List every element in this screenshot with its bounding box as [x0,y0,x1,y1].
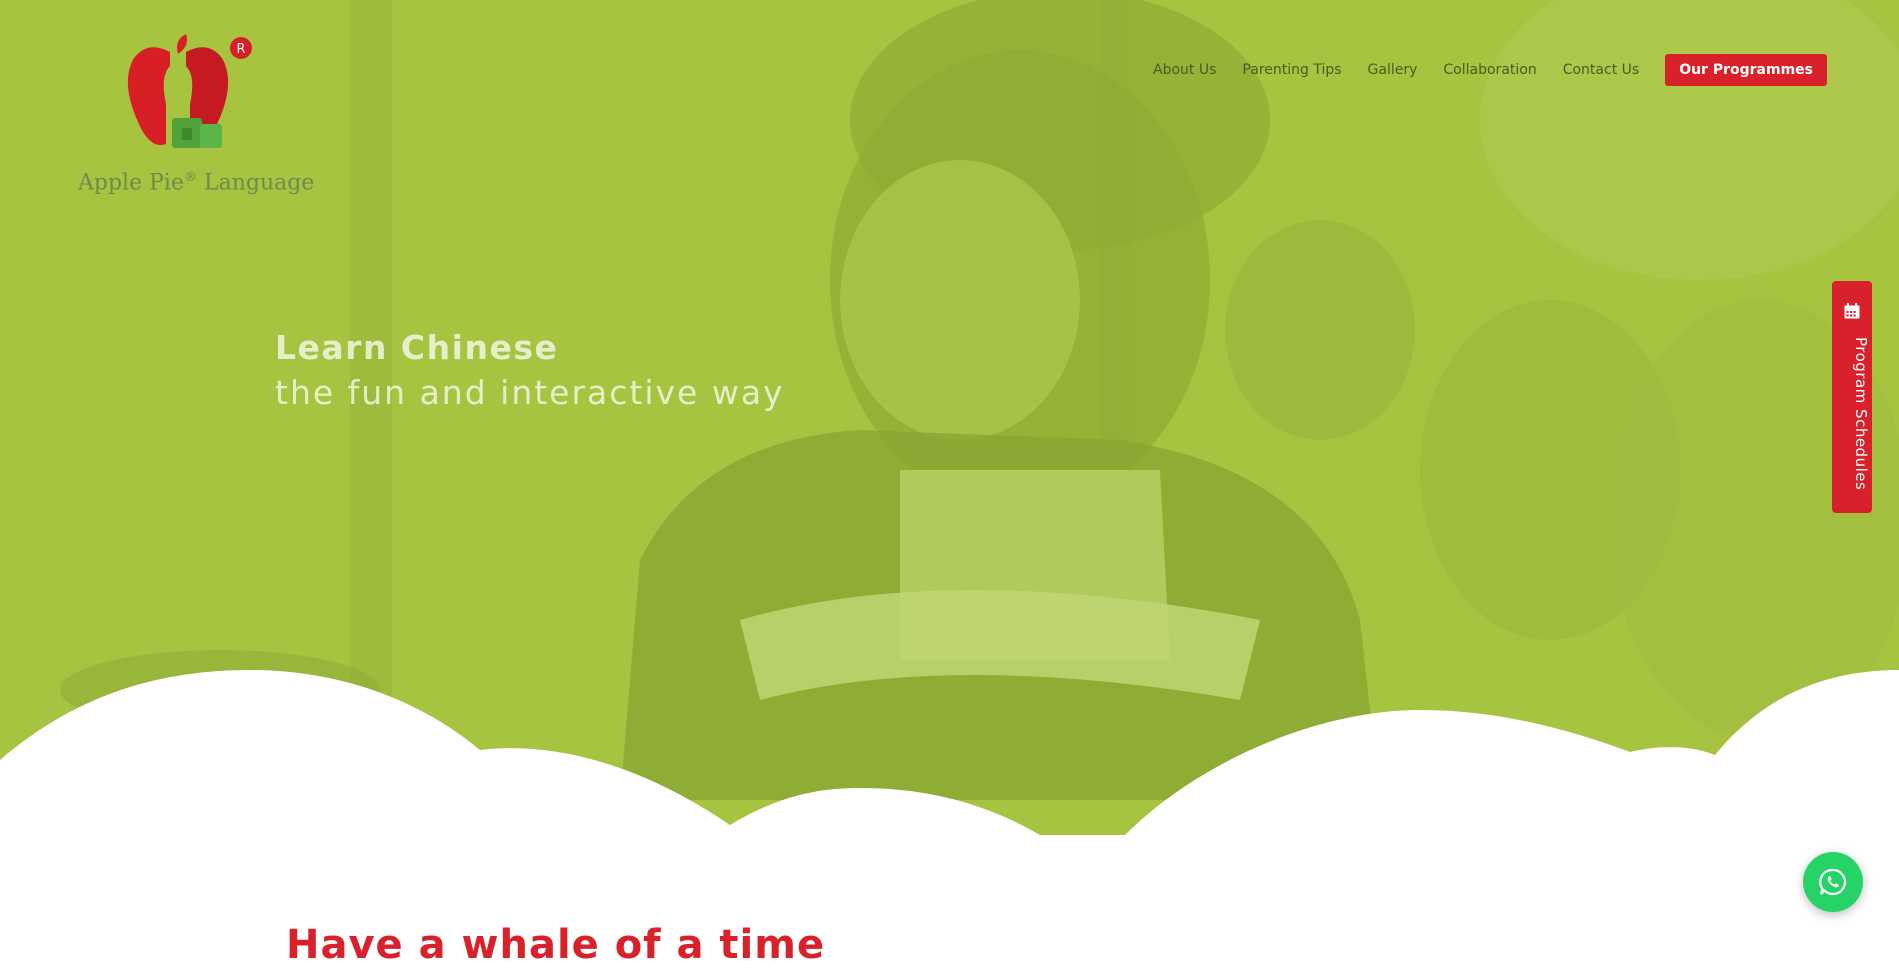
whatsapp-button[interactable] [1803,852,1863,912]
section-title: Have a whale of a time [286,922,826,968]
hero-title: Learn Chinese [275,328,559,367]
main-navigation: About Us Parenting Tips Gallery Collabor… [1127,54,1827,86]
program-schedules-tab[interactable]: Program Schedules [1832,281,1872,513]
brand-logo-text: Apple Pie® Language [78,170,315,196]
nav-link-collaboration[interactable]: Collaboration [1443,62,1536,78]
nav-link-contact-us[interactable]: Contact Us [1563,62,1639,78]
brand-logo[interactable]: R Apple Pie® Language [78,32,315,207]
svg-text:R: R [236,42,245,57]
hero-subtitle: the fun and interactive way [275,373,785,412]
program-schedules-label: Program Schedules [1852,337,1870,491]
nav-link-parenting-tips[interactable]: Parenting Tips [1242,62,1341,78]
nav-link-gallery[interactable]: Gallery [1368,62,1418,78]
apple-logo-icon: R [127,34,252,148]
hero-headline: Learn Chinese the fun and interactive wa… [275,328,785,412]
calendar-icon [1844,303,1860,319]
our-programmes-button[interactable]: Our Programmes [1665,54,1827,86]
cloud-divider [0,670,1899,949]
nav-link-about-us[interactable]: About Us [1153,62,1216,78]
whatsapp-icon [1819,868,1847,896]
